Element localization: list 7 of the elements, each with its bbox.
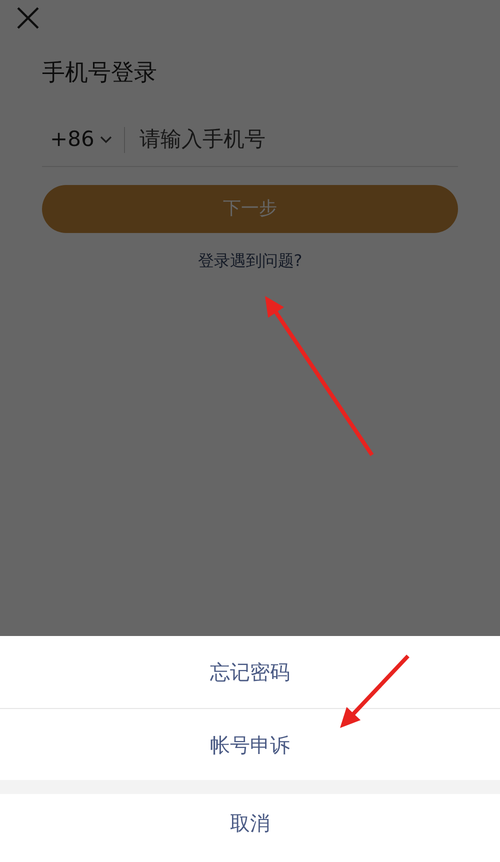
action-sheet-item[interactable]: 忘记密码	[0, 636, 500, 708]
phone-input-field[interactable]: 请输入手机号	[139, 124, 458, 156]
page-title: 手机号登录	[42, 59, 158, 88]
cancel-button[interactable]: 取消	[0, 794, 500, 862]
action-sheet-item[interactable]: 帐号申诉	[0, 708, 500, 780]
chevron-down-icon	[100, 136, 112, 144]
close-icon[interactable]	[16, 6, 40, 30]
